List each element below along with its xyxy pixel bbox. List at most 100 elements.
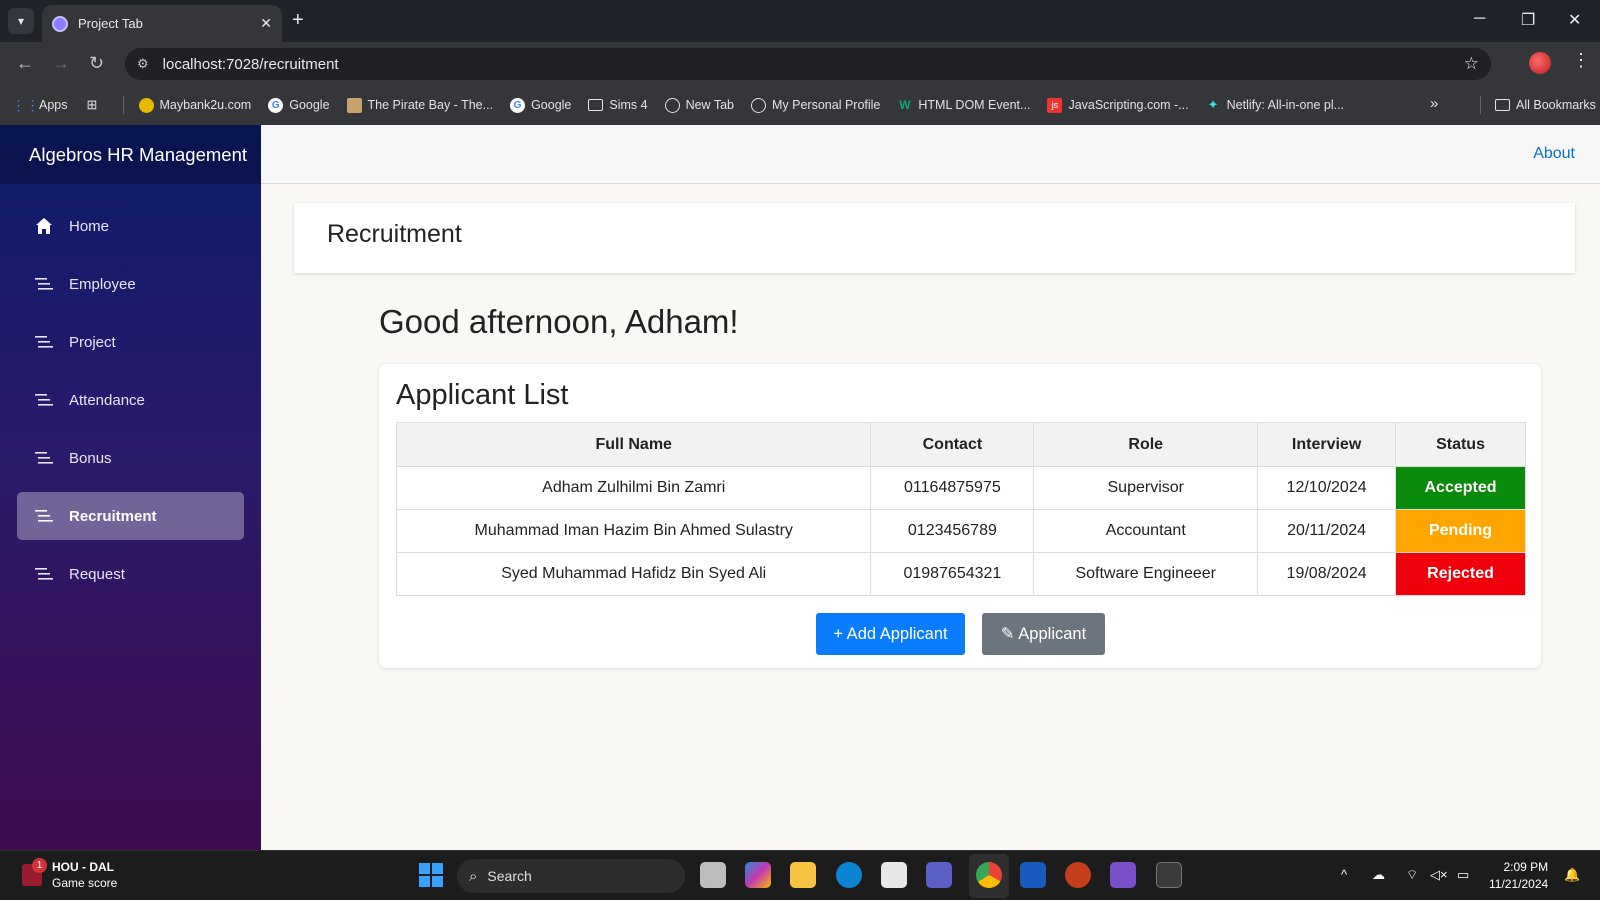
chrome-icon[interactable] (976, 862, 1002, 888)
battery-icon[interactable]: ▭ (1457, 867, 1469, 883)
onedrive-icon[interactable]: ☁ (1372, 867, 1385, 883)
bookmark-netlify[interactable]: ✦ Netlify: All-in-one pl... (1206, 97, 1345, 113)
table-row[interactable]: Adham Zulhilmi Bin Zamri 01164875975 Sup… (395, 466, 1526, 510)
cell-contact: 01987654321 (870, 552, 1035, 596)
bookmarks-overflow-icon[interactable]: » (1430, 95, 1438, 112)
bookmark-google-2[interactable]: G Google (510, 97, 572, 113)
brand-title[interactable]: Algebros HR Management (0, 125, 261, 184)
sidebar-item-recruitment[interactable]: Recruitment (17, 492, 244, 540)
edge-icon[interactable] (836, 862, 862, 888)
javascripting-icon: js (1047, 97, 1063, 113)
tray-overflow-icon[interactable]: ^ (1341, 867, 1347, 882)
sidebar-item-label: Home (69, 217, 110, 235)
all-bookmarks[interactable]: All Bookmarks (1480, 96, 1596, 114)
sidebar-item-bonus[interactable]: Bonus (17, 434, 244, 482)
address-bar[interactable]: ⚙ localhost:7028/recruitment ☆ (125, 48, 1491, 80)
bookmark-star-icon[interactable]: ☆ (1464, 54, 1479, 74)
bookmark-tab-groups[interactable]: ⊞ (85, 97, 106, 113)
sidebar: Algebros HR Management Home Employee Pro… (0, 125, 261, 850)
system-clock[interactable]: 2:09 PM 11/21/2024 (1489, 859, 1548, 893)
maybank-icon (138, 97, 154, 113)
file-explorer-icon[interactable] (790, 862, 816, 888)
bookmark-javascripting[interactable]: js JavaScripting.com -... (1047, 97, 1189, 113)
clock-time: 2:09 PM (1503, 860, 1549, 874)
sidebar-item-label: Bonus (69, 449, 112, 467)
bookmark-label: Netlify: All-in-one pl... (1226, 98, 1345, 112)
bookmark-label: Google (531, 98, 572, 112)
teams-icon[interactable] (926, 862, 952, 888)
tab-search-button[interactable]: ▾ (8, 8, 34, 34)
bookmark-label: My Personal Profile (772, 98, 881, 112)
word-icon[interactable] (1020, 862, 1046, 888)
taskbar-search[interactable]: ⌕ Search (457, 859, 685, 893)
wifi-icon[interactable]: ⌔ (1406, 867, 1418, 883)
bookmark-separator (1480, 96, 1481, 114)
bookmark-label: Sims 4 (609, 98, 648, 112)
bookmark-folder-sims4[interactable]: Sims 4 (588, 98, 648, 112)
new-tab-button[interactable]: + (292, 9, 304, 32)
menu-lines-icon (34, 277, 54, 291)
terminal-icon[interactable] (1156, 862, 1182, 888)
bookmark-maybank[interactable]: Maybank2u.com (138, 97, 252, 113)
tab-groups-icon: ⊞ (86, 97, 98, 112)
applicant-table: Full Name Contact Role Interview Status … (395, 422, 1526, 596)
folder-icon (1495, 99, 1510, 111)
bookmark-label: Maybank2u.com (159, 98, 252, 112)
window-close-icon[interactable]: ✕ (1568, 10, 1581, 30)
tab-close-icon[interactable]: ✕ (260, 15, 272, 32)
bookmark-new-tab[interactable]: New Tab (664, 97, 734, 113)
sidebar-item-employee[interactable]: Employee (17, 260, 244, 308)
copilot-icon[interactable] (745, 862, 771, 888)
back-icon[interactable]: ← (16, 53, 34, 74)
table-row[interactable]: Syed Muhammad Hafidz Bin Syed Ali 019876… (395, 552, 1526, 596)
reload-icon[interactable]: ↻ (89, 53, 104, 74)
add-applicant-button[interactable]: + Add Applicant (816, 613, 965, 655)
browser-menu-icon[interactable]: ⋮ (1572, 50, 1590, 71)
sidebar-item-label: Request (69, 565, 125, 583)
edit-applicant-button[interactable]: ✎ Applicant (982, 613, 1105, 655)
task-view-icon[interactable] (700, 862, 726, 888)
windows-start-icon[interactable] (419, 863, 443, 887)
microsoft-store-icon[interactable] (881, 862, 907, 888)
sidebar-item-attendance[interactable]: Attendance (17, 376, 244, 424)
visual-studio-icon[interactable] (1110, 862, 1136, 888)
restore-icon[interactable]: ❐ (1521, 10, 1535, 30)
column-header-role: Role (1033, 422, 1259, 467)
forward-icon[interactable]: → (52, 53, 70, 74)
folder-icon (588, 99, 604, 111)
column-header-contact: Contact (870, 422, 1035, 467)
cell-contact: 01164875975 (870, 466, 1035, 510)
bookmark-personal-profile[interactable]: My Personal Profile (751, 97, 881, 113)
volume-muted-icon[interactable]: ◁× (1430, 867, 1448, 883)
sidebar-item-label: Recruitment (69, 507, 157, 525)
powerpoint-icon[interactable] (1065, 862, 1091, 888)
bookmark-w3schools[interactable]: W HTML DOM Event... (897, 98, 1030, 113)
notification-bell-icon[interactable]: 🔔 (1564, 867, 1580, 883)
about-link[interactable]: About (1533, 145, 1575, 163)
sidebar-item-request[interactable]: Request (17, 550, 244, 598)
sidebar-item-label: Attendance (69, 391, 145, 409)
sidebar-item-project[interactable]: Project (17, 318, 244, 366)
cell-interview: 12/10/2024 (1257, 466, 1397, 510)
clock-date: 11/21/2024 (1489, 877, 1549, 891)
bookmark-separator (122, 96, 124, 114)
browser-tab[interactable]: Project Tab ✕ (42, 5, 282, 42)
applicant-list-card: Applicant List Full Name Contact Role In… (379, 364, 1541, 668)
bookmark-apps[interactable]: ⋮⋮ Apps (12, 97, 68, 113)
menu-lines-icon (34, 567, 54, 581)
profile-avatar[interactable] (1529, 52, 1551, 74)
app-viewport: Algebros HR Management Home Employee Pro… (0, 125, 1600, 850)
search-icon: ⌕ (469, 867, 478, 885)
menu-lines-icon (34, 451, 54, 465)
news-widget[interactable]: 1 HOU - DAL Game score (22, 858, 117, 891)
sidebar-item-home[interactable]: Home (17, 202, 244, 250)
minimize-icon[interactable]: ─ (1474, 10, 1485, 28)
sidebar-item-label: Employee (69, 275, 136, 293)
url-text: localhost:7028/recruitment (162, 55, 339, 73)
sidebar-item-label: Project (69, 333, 116, 351)
bookmark-google[interactable]: G Google (268, 97, 330, 113)
bookmark-piratebay[interactable]: The Pirate Bay - The... (346, 97, 493, 113)
table-row[interactable]: Muhammad Iman Hazim Bin Ahmed Sulastry 0… (395, 509, 1526, 553)
site-info-icon[interactable]: ⚙ (137, 56, 149, 72)
google-icon: G (510, 97, 526, 113)
